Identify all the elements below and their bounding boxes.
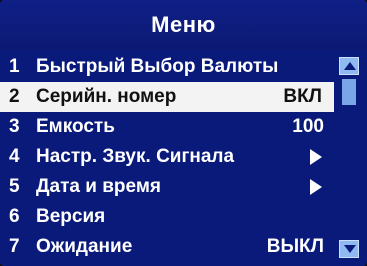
menu-item-label: Емкость	[36, 116, 115, 137]
menu-item-label: Ожидание	[36, 236, 133, 257]
scrollbar[interactable]	[337, 55, 361, 260]
menu-item-value: ВКЛ	[283, 86, 322, 107]
submenu-arrow-icon	[310, 149, 322, 165]
scroll-track[interactable]	[342, 79, 356, 236]
submenu-arrow-icon	[310, 179, 322, 195]
menu-item-quick-currency[interactable]: 1 Быстрый Выбор Валюты	[0, 52, 334, 82]
menu-item-date-time[interactable]: 5 Дата и время	[0, 172, 334, 202]
menu-title: Меню	[0, 0, 367, 50]
menu-item-label: Дата и время	[36, 176, 161, 197]
menu-item-number: 2	[9, 86, 20, 107]
menu-item-number: 6	[9, 206, 20, 227]
menu-item-number: 7	[9, 236, 20, 257]
menu-item-standby[interactable]: 7 Ожидание ВЫКЛ	[0, 232, 334, 262]
device-screen: Меню 1 Быстрый Выбор Валюты 2 Серийн. но…	[0, 0, 367, 266]
menu-list: 1 Быстрый Выбор Валюты 2 Серийн. номер В…	[0, 52, 334, 266]
menu-item-serial-number[interactable]: 2 Серийн. номер ВКЛ	[0, 82, 334, 112]
menu-item-label: Настр. Звук. Сигнала	[36, 146, 235, 167]
arrow-up-icon	[344, 62, 356, 70]
menu-item-label: Серийн. номер	[36, 86, 177, 107]
menu-item-number: 4	[9, 146, 20, 167]
menu-item-label: Версия	[36, 206, 106, 227]
scroll-thumb[interactable]	[342, 79, 356, 105]
menu-item-beep-settings[interactable]: 4 Настр. Звук. Сигнала	[0, 142, 334, 172]
menu-item-version[interactable]: 6 Версия	[0, 202, 334, 232]
menu-item-number: 3	[9, 116, 20, 137]
menu-item-number: 1	[9, 56, 20, 77]
menu-item-label: Быстрый Выбор Валюты	[36, 56, 279, 77]
menu-item-number: 5	[9, 176, 20, 197]
menu-item-value: 100	[292, 116, 324, 137]
arrow-down-icon	[344, 245, 356, 253]
menu-item-capacity[interactable]: 3 Емкость 100	[0, 112, 334, 142]
scroll-up-button[interactable]	[339, 57, 359, 75]
scroll-down-button[interactable]	[339, 240, 359, 258]
menu-item-value: ВЫКЛ	[266, 236, 324, 257]
